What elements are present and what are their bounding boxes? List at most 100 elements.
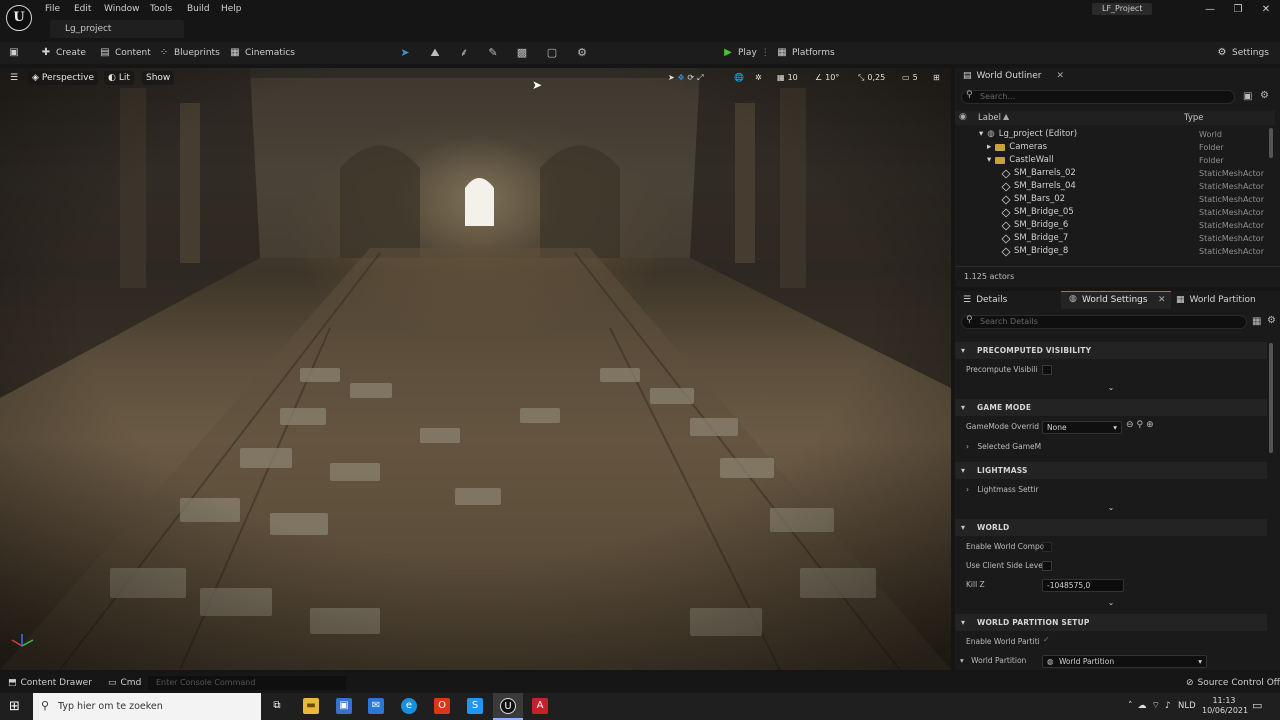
blueprints-button[interactable]: ⁘ Blueprints: [158, 45, 220, 61]
windows-start-icon[interactable]: ⊞: [9, 699, 20, 714]
play-options-icon[interactable]: ⋮: [761, 45, 770, 61]
source-control-button[interactable]: ⊘ Source Control Off: [1186, 675, 1280, 691]
browse-search-icon[interactable]: ⚲: [1137, 420, 1147, 430]
foliage-mode-icon[interactable]: ⸙: [457, 46, 471, 60]
tree-row[interactable]: ▾ CastleWall Folder: [955, 154, 1275, 167]
app-icon[interactable]: S: [467, 698, 483, 714]
browse-back-icon[interactable]: ⊖: [1126, 420, 1137, 430]
maximize-viewport-icon[interactable]: ⊞: [933, 71, 940, 85]
add-icon[interactable]: ⊕: [1146, 420, 1157, 430]
wifi-icon[interactable]: ⌔: [1152, 701, 1165, 711]
viewport-menu-button[interactable]: ☰: [6, 71, 22, 85]
property-matrix-icon[interactable]: ▦: [1252, 316, 1261, 327]
details-settings-icon[interactable]: ⚙: [1267, 315, 1276, 326]
close-tab-icon[interactable]: ✕: [1158, 295, 1166, 305]
platforms-button[interactable]: ▦ Platforms: [776, 45, 834, 61]
store-icon[interactable]: ▣: [336, 698, 352, 714]
translate-tool-icon[interactable]: ✥: [678, 71, 685, 85]
file-explorer-icon[interactable]: ▬: [303, 698, 319, 714]
details-scrollbar[interactable]: [1269, 343, 1273, 453]
lit-button[interactable]: ◐ Lit: [104, 71, 134, 85]
volume-icon[interactable]: ♪: [1165, 701, 1176, 711]
edge-icon[interactable]: e: [401, 698, 417, 714]
create-button[interactable]: ✚ Create: [40, 45, 86, 61]
new-folder-icon[interactable]: ▣: [1243, 91, 1252, 102]
enable-world-composition-checkbox[interactable]: [1042, 542, 1052, 552]
section-precomputed-visibility[interactable]: ▾ PRECOMPUTED VISIBILITY: [955, 342, 1267, 359]
cmd-button[interactable]: ▭ Cmd: [108, 675, 141, 691]
select-mode-icon[interactable]: ➤: [398, 46, 412, 60]
rotate-tool-icon[interactable]: ⟳: [687, 71, 694, 85]
mail-icon[interactable]: ✉: [368, 698, 384, 714]
tree-row[interactable]: ▸ Cameras Folder: [955, 141, 1275, 154]
tree-row[interactable]: SM_Barrels_04 StaticMeshActor: [955, 180, 1275, 193]
menu-build[interactable]: Build: [187, 2, 210, 16]
perspective-button[interactable]: ◈ Perspective: [28, 71, 99, 85]
rotation-snap-toggle[interactable]: ∠ 10°: [815, 71, 839, 85]
content-button[interactable]: ▤ Content: [99, 45, 151, 61]
gamemode-override-select[interactable]: None ▾: [1042, 421, 1122, 434]
unreal-taskbar-button[interactable]: U: [493, 693, 523, 720]
use-client-side-checkbox[interactable]: [1042, 561, 1052, 571]
grid-snap-toggle[interactable]: ▦ 10: [777, 71, 798, 85]
tree-row[interactable]: SM_Bridge_6 StaticMeshActor: [955, 219, 1275, 232]
outliner-settings-icon[interactable]: ⚙: [1260, 90, 1269, 101]
world-partition-row[interactable]: ▾ World Partition: [960, 654, 1026, 668]
level-viewport[interactable]: ☰ ◈ Perspective ◐ Lit Show ➤ ✥ ⟳ ⤢ 🌐 ✲ ▦…: [0, 68, 951, 670]
selected-gamemode-row[interactable]: › Selected GameM: [966, 440, 1041, 454]
mesh-paint-mode-icon[interactable]: ✎: [486, 46, 500, 60]
save-button[interactable]: ▣: [8, 45, 20, 61]
brush-edit-mode-icon[interactable]: ▢: [545, 46, 559, 60]
visibility-eye-icon[interactable]: ◉: [959, 112, 967, 122]
menu-help[interactable]: Help: [221, 2, 242, 16]
cinematics-button[interactable]: ▦ Cinematics: [229, 45, 295, 61]
taskbar-search-box[interactable]: ⚲ Typ hier om te zoeken: [33, 693, 261, 720]
close-window-icon[interactable]: ✕: [1254, 2, 1278, 18]
menu-window[interactable]: Window: [104, 2, 140, 16]
restore-icon[interactable]: ❐: [1226, 2, 1250, 18]
tree-row[interactable]: SM_Bridge_8 StaticMeshActor: [955, 245, 1275, 258]
tree-row[interactable]: SM_Bars_02 StaticMeshActor: [955, 193, 1275, 206]
section-lightmass[interactable]: ▾ LIGHTMASS: [955, 462, 1267, 479]
project-tab[interactable]: Lg_project: [50, 20, 184, 38]
tree-row[interactable]: SM_Barrels_02 StaticMeshActor: [955, 167, 1275, 180]
coordinate-space-icon[interactable]: 🌐: [734, 71, 744, 85]
section-world[interactable]: ▾ WORLD: [955, 519, 1267, 536]
advanced-expand-icon[interactable]: ⌄: [1105, 598, 1117, 607]
task-view-icon[interactable]: ⧉: [269, 698, 285, 714]
console-command-input[interactable]: Enter Console Command: [148, 676, 346, 690]
world-partition-tab[interactable]: ▦ World Partition: [1176, 292, 1256, 308]
content-drawer-button[interactable]: ⬒ Content Drawer: [8, 675, 92, 691]
outliner-scrollbar[interactable]: [1269, 128, 1273, 158]
menu-file[interactable]: File: [45, 2, 60, 16]
menu-edit[interactable]: Edit: [74, 2, 91, 16]
section-game-mode[interactable]: ▾ GAME MODE: [955, 399, 1267, 416]
lightmass-settings-row[interactable]: › Lightmass Settir: [966, 483, 1039, 497]
world-partition-select[interactable]: ◍ World Partition ▾: [1042, 655, 1207, 668]
advanced-expand-icon[interactable]: ⌄: [1105, 503, 1117, 512]
outliner-search-input[interactable]: Search...: [961, 90, 1235, 104]
surface-snap-icon[interactable]: ✲: [755, 71, 762, 85]
scale-snap-toggle[interactable]: ⤡ 0,25: [858, 71, 885, 85]
tree-row[interactable]: SM_Bridge_05 StaticMeshActor: [955, 206, 1275, 219]
precompute-visibility-checkbox[interactable]: [1042, 365, 1052, 375]
type-column-header[interactable]: Type: [1184, 113, 1204, 123]
language-indicator[interactable]: NLD: [1178, 701, 1196, 711]
animation-mode-icon[interactable]: ⚙: [575, 46, 589, 60]
unreal-logo-icon[interactable]: U: [6, 5, 32, 31]
settings-button[interactable]: ⚙ Settings: [1216, 45, 1269, 61]
close-tab-icon[interactable]: ✕: [1056, 68, 1064, 84]
menu-tools[interactable]: Tools: [150, 2, 172, 16]
advanced-expand-icon[interactable]: ⌄: [1105, 383, 1117, 392]
acrobat-icon[interactable]: A: [532, 698, 548, 714]
show-button[interactable]: Show: [142, 71, 175, 85]
play-button[interactable]: ▶ Play ⋮: [722, 45, 770, 61]
landscape-mode-icon[interactable]: ⛰: [428, 46, 442, 60]
details-tab[interactable]: ☰ Details: [963, 292, 1007, 308]
select-tool-icon[interactable]: ➤: [668, 71, 675, 85]
section-world-partition-setup[interactable]: ▾ WORLD PARTITION SETUP: [955, 614, 1267, 631]
clock[interactable]: 11:13 10/06/2021: [1202, 696, 1248, 716]
minimize-icon[interactable]: —: [1198, 2, 1222, 18]
scale-tool-icon[interactable]: ⤢: [697, 71, 703, 85]
world-settings-tab[interactable]: ◍ World Settings ✕: [1061, 291, 1171, 309]
